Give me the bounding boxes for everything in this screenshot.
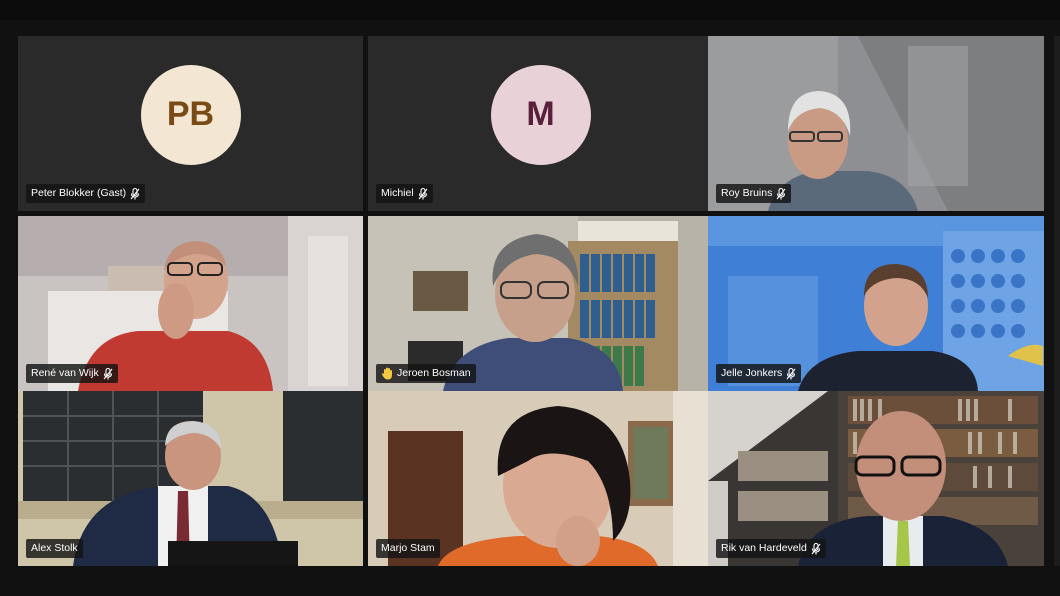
- participant-nameplate: Marjo Stam: [376, 539, 440, 558]
- participant-name: Marjo Stam: [381, 542, 435, 554]
- participant-tile-peter-blokker[interactable]: PB Peter Blokker (Gast): [18, 36, 363, 211]
- gallery-scroll-edge: [1054, 36, 1060, 566]
- mic-muted-icon: [786, 367, 796, 380]
- participant-tile-rik-van-hardeveld[interactable]: Rik van Hardeveld: [708, 391, 1044, 566]
- mic-muted-icon: [130, 187, 140, 200]
- avatar: PB: [140, 64, 241, 165]
- participant-tile-jeroen-bosman[interactable]: Jeroen Bosman: [368, 216, 713, 391]
- participant-tile-jelle-jonkers[interactable]: Jelle Jonkers: [708, 216, 1044, 391]
- mic-muted-icon: [776, 187, 786, 200]
- participant-nameplate: René van Wijk: [26, 364, 118, 383]
- participant-tile-roy-bruins[interactable]: Roy Bruins: [708, 36, 1044, 211]
- participant-nameplate: Jeroen Bosman: [376, 364, 476, 383]
- raised-hand-icon: [381, 367, 393, 380]
- video-gallery-grid: PB Peter Blokker (Gast) M Michiel Roy Br…: [18, 36, 1044, 566]
- avatar: M: [490, 64, 591, 165]
- participant-name: Rik van Hardeveld: [721, 542, 807, 554]
- participant-nameplate: Jelle Jonkers: [716, 364, 802, 383]
- participant-name: Michiel: [381, 187, 414, 199]
- participant-tile-michiel[interactable]: M Michiel: [368, 36, 713, 211]
- mic-muted-icon: [103, 367, 113, 380]
- participant-name: Jeroen Bosman: [397, 367, 471, 379]
- participant-name: Peter Blokker (Gast): [31, 187, 127, 199]
- participant-nameplate: Roy Bruins: [716, 184, 792, 203]
- participant-tile-rene-van-wijk[interactable]: René van Wijk: [18, 216, 363, 391]
- mic-muted-icon: [811, 542, 821, 555]
- meeting-top-bar: [0, 0, 1060, 20]
- participant-tile-marjo-stam[interactable]: Marjo Stam: [368, 391, 713, 566]
- participant-tile-alex-stolk[interactable]: Alex Stolk: [18, 391, 363, 566]
- participant-name: Alex Stolk: [31, 542, 78, 554]
- participant-nameplate: Peter Blokker (Gast): [26, 184, 146, 203]
- participant-name: René van Wijk: [31, 367, 99, 379]
- participant-name: Jelle Jonkers: [721, 367, 783, 379]
- participant-nameplate: Rik van Hardeveld: [716, 539, 826, 558]
- participant-name: Roy Bruins: [721, 187, 773, 199]
- mic-muted-icon: [418, 187, 428, 200]
- participant-nameplate: Michiel: [376, 184, 433, 203]
- participant-nameplate: Alex Stolk: [26, 539, 83, 558]
